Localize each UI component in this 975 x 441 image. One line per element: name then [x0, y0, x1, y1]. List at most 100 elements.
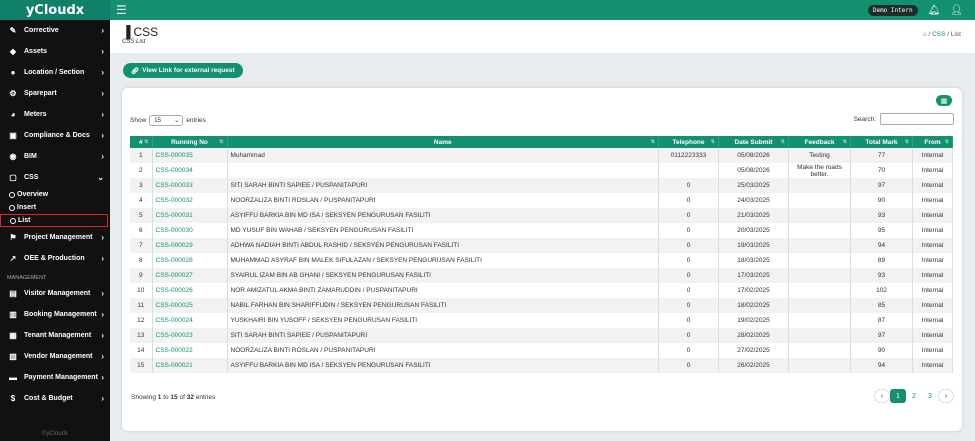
sidebar-item-project-management[interactable]: ⚑ Project Management › — [0, 227, 110, 248]
visitor-icon: ▤ — [9, 289, 17, 298]
page-button[interactable]: 3 — [922, 389, 938, 403]
external-link-button[interactable]: 🔗︎ View Link for external request — [123, 63, 243, 78]
sidebar-item-visitor-management[interactable]: ▤ Visitor Management › — [0, 283, 110, 304]
column-header[interactable]: Date Submit ⇅ — [718, 136, 789, 148]
table-cell[interactable]: CSS-000026 — [152, 283, 228, 298]
table-cell[interactable]: CSS-000027 — [152, 268, 228, 283]
sidebar-item-assets[interactable]: ◆ Assets › — [0, 41, 110, 62]
sidebar-item-css[interactable]: ▢ CSS ⌄ — [0, 167, 110, 188]
table-row[interactable]: 13 CSS-000023 SITI SARAH BINTI SAPIEE / PU… — [130, 328, 953, 343]
column-toggle-button[interactable]: ▦ — [936, 95, 952, 106]
sidebar-item-bim[interactable]: ◉ BIM › — [0, 146, 110, 167]
bell-icon[interactable]: 🔔︎ — [928, 5, 941, 16]
table-cell: Internal — [912, 343, 953, 358]
sidebar-item-label: OEE & Production — [24, 255, 85, 262]
search-input[interactable] — [880, 113, 954, 125]
table-row[interactable]: 11 CSS-000025 NABIL FARHAN BIN SHARIFFUDIN… — [130, 298, 953, 313]
table-row[interactable]: 10 CSS-000026 NOR AMIZATUL AKMA BINTI ZAMA… — [130, 283, 953, 298]
sidebar-item-oee-production[interactable]: ↗ OEE & Production › — [0, 248, 110, 269]
table-cell: Testing — [788, 148, 851, 163]
table-cell[interactable]: CSS-000029 — [152, 238, 228, 253]
column-header[interactable]: From ⇅ — [912, 136, 953, 148]
column-header[interactable]: Name ⇅ — [227, 136, 659, 148]
table-cell[interactable]: CSS-000031 — [152, 208, 228, 223]
column-header[interactable]: Total Mark ⇅ — [850, 136, 913, 148]
table-row[interactable]: 6 CSS-000030 MD YUSUF BIN WAHAB / SEKSYEN … — [130, 223, 953, 238]
table-row[interactable]: 9 CSS-000027 SYAIRUL IZAM BIN AB GHANI / S… — [130, 268, 953, 283]
table-cell: 0 — [658, 268, 719, 283]
table-row[interactable]: 3 CSS-000033 SITI SARAH BINTI SAPIEE / PUS… — [130, 178, 953, 193]
sidebar-item-label: Project Management — [24, 234, 93, 241]
page-length-select[interactable]: 15 ⌄ — [149, 115, 184, 126]
table-cell: 18/02/2025 — [718, 298, 789, 313]
table-cell: 14 — [130, 343, 153, 358]
chevron-right-icon: › — [101, 233, 104, 242]
table-cell[interactable]: CSS-000033 — [152, 178, 228, 193]
sidebar-subitem-insert[interactable]: Insert — [0, 201, 110, 214]
page-button[interactable]: 1 — [890, 389, 906, 403]
sidebar-subitem-overview[interactable]: Overview — [0, 188, 110, 201]
user-badge[interactable]: Demo Intern — [867, 4, 918, 16]
table-row[interactable]: 1 CSS-000035 Muhammad 0112223333 05/08/2026 T… — [130, 148, 953, 163]
sidebar-item-label: Booking Management — [24, 311, 97, 318]
breadcrumb-css[interactable]: CSS — [932, 31, 945, 38]
sidebar-item-corrective[interactable]: ✎ Corrective › — [0, 20, 110, 41]
table-cell: 27/02/2025 — [718, 343, 789, 358]
table-cell[interactable]: CSS-000030 — [152, 223, 228, 238]
table-cell: Internal — [912, 283, 953, 298]
sidebar-item-label: Assets — [24, 48, 47, 55]
table-cell[interactable]: CSS-000023 — [152, 328, 228, 343]
column-header[interactable]: Running No ⇅ — [152, 136, 228, 148]
next-page-button[interactable]: › — [938, 389, 954, 403]
table-cell[interactable]: CSS-000028 — [152, 253, 228, 268]
page-button[interactable]: 2 — [906, 389, 922, 403]
table-row[interactable]: 15 CSS-000021 ASYIFFU BARKIA BIN MD ISA / … — [130, 358, 953, 373]
sidebar-item-tenant-management[interactable]: ▦ Tenant Management › — [0, 325, 110, 346]
sidebar-item-compliance-docs[interactable]: ▣ Compliance & Docs › — [0, 125, 110, 146]
table-cell[interactable]: CSS-000034 — [152, 163, 228, 178]
sidebar-item-meters[interactable]: ◕ Meters › — [0, 104, 110, 125]
table-cell: Internal — [912, 268, 953, 283]
user-icon[interactable]: 👤︎ — [950, 5, 963, 16]
table-cell[interactable]: CSS-000024 — [152, 313, 228, 328]
table-cell: NOR AMIZATUL AKMA BINTI ZAMARUDDIN / PUS… — [227, 283, 659, 298]
table-row[interactable]: 7 CSS-000029 ADHWA NADIAH BINTI ABDUL RASH… — [130, 238, 953, 253]
prev-page-button[interactable]: ‹ — [874, 389, 890, 403]
sidebar-item-location-section[interactable]: ● Location / Section › — [0, 62, 110, 83]
table-cell[interactable]: CSS-000032 — [152, 193, 228, 208]
sidebar-item-vendor-management[interactable]: ▧ Vendor Management › — [0, 346, 110, 367]
table-row[interactable]: 2 CSS-000034 05/08/2026 Make the roads bett… — [130, 163, 953, 178]
sidebar-subitem-list[interactable]: List — [0, 214, 108, 227]
table-cell[interactable]: CSS-000035 — [152, 148, 228, 163]
table-cell: Internal — [912, 358, 953, 373]
table-row[interactable]: 8 CSS-000028 MUHAMMAD ASYRAF BIN MALEK SIF… — [130, 253, 953, 268]
table-cell: 05/08/2026 — [718, 163, 789, 178]
table-cell — [788, 193, 851, 208]
brand-logo[interactable]: yCloudx — [0, 0, 110, 20]
sidebar-item-payment-management[interactable]: ▬ Payment Management › — [0, 367, 110, 388]
table-row[interactable]: 4 CSS-000032 NOORZALIZA BINTI ROSLAN / PUS… — [130, 193, 953, 208]
sidebar-item-label: Payment Management — [24, 374, 98, 381]
table-row[interactable]: 14 CSS-000022 NOORZALIZA BINTI ROSLAN / PU… — [130, 343, 953, 358]
table-cell: 3 — [130, 178, 153, 193]
sidebar-item-booking-management[interactable]: ▥ Booking Management › — [0, 304, 110, 325]
tenant-icon: ▦ — [9, 331, 17, 340]
table-cell[interactable]: CSS-000022 — [152, 343, 228, 358]
wrench-icon: ✎ — [9, 26, 17, 35]
sidebar-item-cost-budget[interactable]: $ Cost & Budget › — [0, 388, 110, 409]
table-cell: 95 — [850, 223, 913, 238]
table-cell: 97 — [850, 328, 913, 343]
column-header[interactable]: Telephone ⇅ — [658, 136, 719, 148]
column-header[interactable]: Feedback ⇅ — [788, 136, 851, 148]
table-cell: 0 — [658, 238, 719, 253]
table-cell: 94 — [850, 358, 913, 373]
table-cell[interactable]: CSS-000021 — [152, 358, 228, 373]
table-row[interactable]: 5 CSS-000031 ASYIFFU BARKIA BIN MD ISA / S… — [130, 208, 953, 223]
home-icon[interactable]: ⌂ — [923, 31, 927, 38]
table-row[interactable]: 12 CSS-000024 YUSKHAIRI BIN YUSOFF / SEKSY… — [130, 313, 953, 328]
table-cell[interactable]: CSS-000025 — [152, 298, 228, 313]
page-subtitle: CSS List — [122, 39, 146, 45]
menu-toggle-icon[interactable]: ☰ — [116, 3, 127, 17]
sidebar-item-sparepart[interactable]: ⚙ Sparepart › — [0, 83, 110, 104]
column-header[interactable]: # ⇅ — [130, 136, 153, 148]
